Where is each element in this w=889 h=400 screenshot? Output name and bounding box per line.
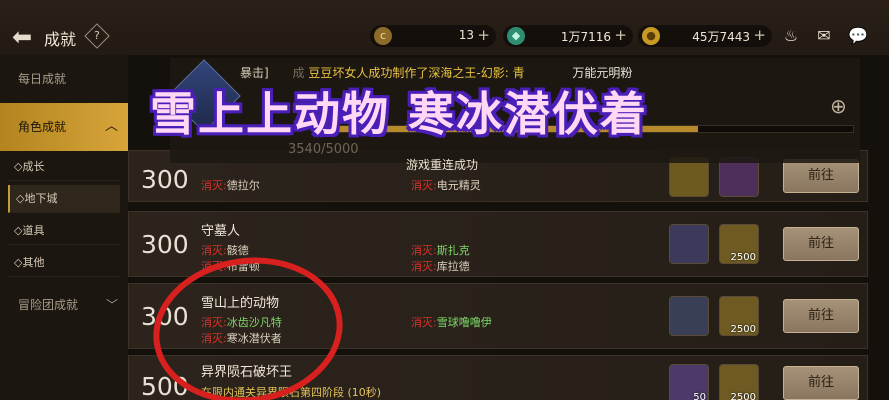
gold-coin-icon: ● <box>642 27 660 45</box>
reward-item[interactable] <box>669 157 709 197</box>
chevron-up-icon: ︿ <box>104 119 118 134</box>
gold-value: 45万7443 <box>692 30 750 44</box>
achievement-title: 守墓人 <box>201 224 241 239</box>
req-label: 消灭: <box>201 179 227 192</box>
gem-icon: ◆ <box>507 27 525 45</box>
reward-count: 2500 <box>730 392 756 400</box>
sidebar-item-role[interactable]: 角色成就 ︿ <box>0 103 128 151</box>
req-target: 雪球噜噜伊 <box>436 316 492 329</box>
sidebar-item-label: 角色成就 <box>18 120 67 134</box>
reward-count: 2500 <box>730 324 756 335</box>
zoom-in-icon[interactable]: ⊕ <box>830 94 847 118</box>
reward-count: 2500 <box>730 252 756 263</box>
requirement: 消灭:斯扎克 <box>411 242 470 258</box>
goto-button[interactable]: 前往 <box>783 299 859 333</box>
goto-button[interactable]: 前往 <box>783 159 859 193</box>
reward-item[interactable]: 2500 <box>719 364 759 400</box>
reward-item[interactable]: 50 <box>669 364 709 400</box>
achievement-score: 300 <box>141 165 189 194</box>
requirement: 消灭:电元精灵 <box>411 177 481 193</box>
sidebar: 每日成就 角色成就 ︿ ◇成长 ◇地下城 ◇道具 ◇其他 冒险团成就 ﹀ <box>0 55 128 400</box>
requirement: 消灭:德拉尔 <box>201 177 260 193</box>
coupon-value: 13 <box>458 28 474 42</box>
sidebar-item-label: 冒险团成就 <box>18 298 79 312</box>
sidebar-sub-dungeon[interactable]: ◇地下城 <box>8 185 120 213</box>
sidebar-sub-other[interactable]: ◇其他 <box>8 249 120 277</box>
reward-item[interactable]: 2500 <box>719 296 759 336</box>
currency-coupon: c 13 + <box>370 25 496 47</box>
pot-icon[interactable]: ♨ <box>780 26 802 46</box>
reward-item[interactable] <box>669 224 709 264</box>
add-gem-button[interactable]: + <box>614 26 627 44</box>
requirement: 消灭:骸德 <box>201 242 249 258</box>
back-arrow-icon[interactable]: ⬅ <box>12 24 40 50</box>
goto-button[interactable]: 前往 <box>783 227 859 261</box>
req-target: 德拉尔 <box>226 179 260 192</box>
currency-gold: ● 45万7443 + <box>638 25 772 47</box>
req-target: 库拉德 <box>436 260 470 273</box>
req-target: 电元精灵 <box>436 179 481 192</box>
coupon-icon: c <box>374 27 392 45</box>
sidebar-sub-items[interactable]: ◇道具 <box>8 217 120 245</box>
reconnect-toast: 游戏重连成功 <box>406 158 479 172</box>
requirement: 消灭:库拉德 <box>411 258 470 274</box>
gem-value: 1万7116 <box>560 30 611 44</box>
goto-button[interactable]: 前往 <box>783 366 859 400</box>
sidebar-item-adventure[interactable]: 冒险团成就 ﹀ <box>0 295 128 315</box>
req-label: 消灭: <box>201 244 227 257</box>
chat-icon[interactable]: 💬 <box>847 26 869 46</box>
requirement: 消灭:雪球噜噜伊 <box>411 314 492 330</box>
reward-count: 50 <box>693 392 706 400</box>
sidebar-item-daily[interactable]: 每日成就 <box>0 69 128 89</box>
sidebar-sub-growth[interactable]: ◇成长 <box>8 153 120 181</box>
help-icon[interactable]: ? <box>84 23 110 49</box>
req-label: 消灭: <box>411 179 437 192</box>
reward-item[interactable] <box>719 157 759 197</box>
add-gold-button[interactable]: + <box>753 26 766 44</box>
progress-text: 3540/5000 <box>288 142 359 157</box>
chevron-down-icon: ﹀ <box>105 298 118 312</box>
mail-icon[interactable]: ✉ <box>813 26 835 46</box>
req-target: 骸德 <box>226 244 249 257</box>
req-label: 消灭: <box>411 316 437 329</box>
achievement-score: 300 <box>141 230 189 259</box>
currency-gem: ◆ 1万7116 + <box>503 25 633 47</box>
add-coupon-button[interactable]: + <box>477 26 490 44</box>
reward-item[interactable] <box>669 296 709 336</box>
req-label: 消灭: <box>411 260 437 273</box>
reward-item[interactable]: 2500 <box>719 224 759 264</box>
page-title: 成就 <box>44 30 77 49</box>
req-target: 斯扎克 <box>436 244 470 257</box>
req-label: 消灭: <box>411 244 437 257</box>
overlay-banner: 雪上上动物 寒冰潜伏着 <box>150 87 649 141</box>
